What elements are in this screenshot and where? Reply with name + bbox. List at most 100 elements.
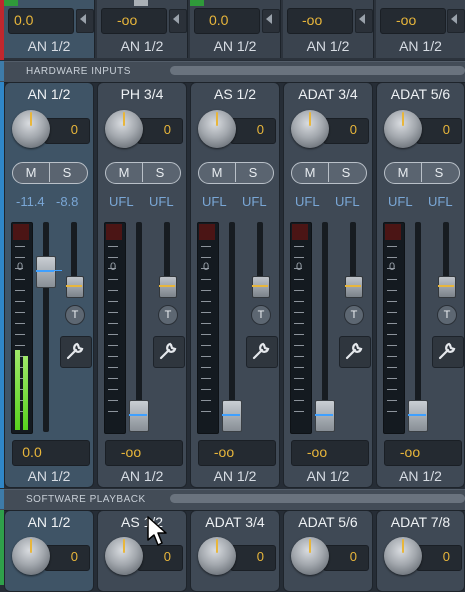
level-left: UFL: [109, 194, 134, 209]
trim-indicator: [66, 285, 82, 287]
channel-name[interactable]: ADAT 5/6: [283, 514, 373, 530]
output-route[interactable]: AN 1/2: [97, 468, 187, 484]
meter-tick: [387, 257, 397, 258]
trim-fader[interactable]: [345, 276, 363, 298]
chevron-left-icon: [266, 14, 272, 24]
talkback-button[interactable]: T: [437, 305, 457, 325]
trim-fader[interactable]: [66, 276, 84, 298]
meter-tick: [387, 279, 397, 280]
channel-name[interactable]: ADAT 3/4: [190, 514, 280, 530]
meter-tick: [294, 334, 304, 335]
top-strips-row: 0.0 -oo 0.0 -oo -oo AN 1/2 AN 1/2 AN 1/2…: [0, 0, 465, 60]
mute-button[interactable]: M: [200, 165, 234, 180]
knob-indicator: [30, 112, 32, 126]
channel-name[interactable]: AN 1/2: [4, 514, 94, 530]
talkback-button[interactable]: T: [158, 305, 178, 325]
output-route[interactable]: AN 1/2: [376, 468, 465, 484]
knob-indicator: [30, 539, 32, 553]
level-left: UFL: [202, 194, 227, 209]
level-left: UFL: [295, 194, 320, 209]
meter-clip-led: [199, 224, 215, 240]
output-route[interactable]: AN 1/2: [97, 38, 187, 54]
fader-indicator: [408, 414, 426, 416]
channel-name[interactable]: ADAT 5/6: [376, 86, 465, 102]
mute-button[interactable]: M: [107, 165, 141, 180]
meter-tick: [387, 367, 397, 368]
talkback-button[interactable]: T: [251, 305, 271, 325]
output-route[interactable]: AN 1/2: [190, 468, 280, 484]
meter-tick: [108, 356, 118, 357]
trim-indicator: [345, 285, 361, 287]
output-route[interactable]: AN 1/2: [283, 38, 373, 54]
wrench-icon: [157, 340, 179, 362]
volume-fader[interactable]: [222, 400, 242, 432]
trim-fader[interactable]: [252, 276, 270, 298]
fader-value: -oo: [396, 12, 417, 28]
fader-value: -oo: [302, 12, 323, 28]
meter-tick: [15, 301, 25, 302]
trim-indicator: [252, 285, 268, 287]
output-route[interactable]: AN 1/2: [376, 38, 465, 54]
mute-button[interactable]: M: [386, 165, 420, 180]
meter-tick: [201, 323, 211, 324]
section-scrollbar[interactable]: [170, 494, 465, 503]
fader-value: 0.0: [209, 12, 229, 28]
meter-zero-label: 0: [17, 261, 24, 273]
mute-button[interactable]: M: [14, 165, 48, 180]
wrench-icon: [436, 340, 458, 362]
fader-value: -oo: [117, 12, 138, 28]
meter-tick: [387, 301, 397, 302]
channel-name[interactable]: PH 3/4: [97, 86, 187, 102]
volume-fader[interactable]: [315, 400, 335, 432]
knob-indicator: [216, 539, 218, 553]
meter-tick: [294, 290, 304, 291]
level-right: UFL: [149, 194, 174, 209]
volume-fader[interactable]: [36, 256, 56, 288]
fader-value: 0.0: [14, 12, 34, 28]
meter-tick: [108, 323, 118, 324]
trim-fader[interactable]: [438, 276, 456, 298]
solo-button[interactable]: S: [422, 165, 456, 180]
meter-tick: [15, 345, 25, 346]
meter-tick: [201, 345, 211, 346]
talkback-button[interactable]: T: [65, 305, 85, 325]
level-right: UFL: [242, 194, 267, 209]
chevron-left-icon: [173, 14, 179, 24]
channel-name[interactable]: AN 1/2: [4, 86, 94, 102]
solo-button[interactable]: S: [143, 165, 177, 180]
fader-value: -oo: [306, 444, 328, 460]
meter-tick: [108, 378, 118, 379]
output-route[interactable]: AN 1/2: [4, 38, 94, 54]
channel-name[interactable]: AS 1/2: [97, 514, 187, 530]
level-meter: [197, 222, 219, 434]
talkback-button[interactable]: T: [344, 305, 364, 325]
meter-tick: [15, 312, 25, 313]
channel-name[interactable]: ADAT 3/4: [283, 86, 373, 102]
solo-button[interactable]: S: [50, 165, 84, 180]
meter-tick: [387, 290, 397, 291]
channel-name[interactable]: ADAT 7/8: [376, 514, 465, 530]
fader-indicator: [315, 414, 333, 416]
meter-tick: [15, 246, 25, 247]
channel-name[interactable]: AS 1/2: [190, 86, 280, 102]
volume-fader[interactable]: [129, 400, 149, 432]
knob-indicator: [216, 112, 218, 126]
mute-button[interactable]: M: [293, 165, 327, 180]
chevron-left-icon: [359, 14, 365, 24]
volume-fader[interactable]: [408, 400, 428, 432]
meter-clip-led: [13, 224, 29, 240]
output-route[interactable]: AN 1/2: [4, 468, 94, 484]
meter-tick: [201, 301, 211, 302]
meter-tick: [108, 290, 118, 291]
meter-tick: [387, 356, 397, 357]
solo-button[interactable]: S: [236, 165, 270, 180]
level-left: -11.4: [16, 194, 45, 209]
section-scrollbar[interactable]: [170, 66, 465, 75]
output-route[interactable]: AN 1/2: [283, 468, 373, 484]
trim-fader[interactable]: [159, 276, 177, 298]
section-title: HARDWARE INPUTS: [26, 66, 131, 77]
meter-tick: [387, 312, 397, 313]
output-route[interactable]: AN 1/2: [190, 38, 280, 54]
meter-tick: [201, 290, 211, 291]
solo-button[interactable]: S: [329, 165, 363, 180]
